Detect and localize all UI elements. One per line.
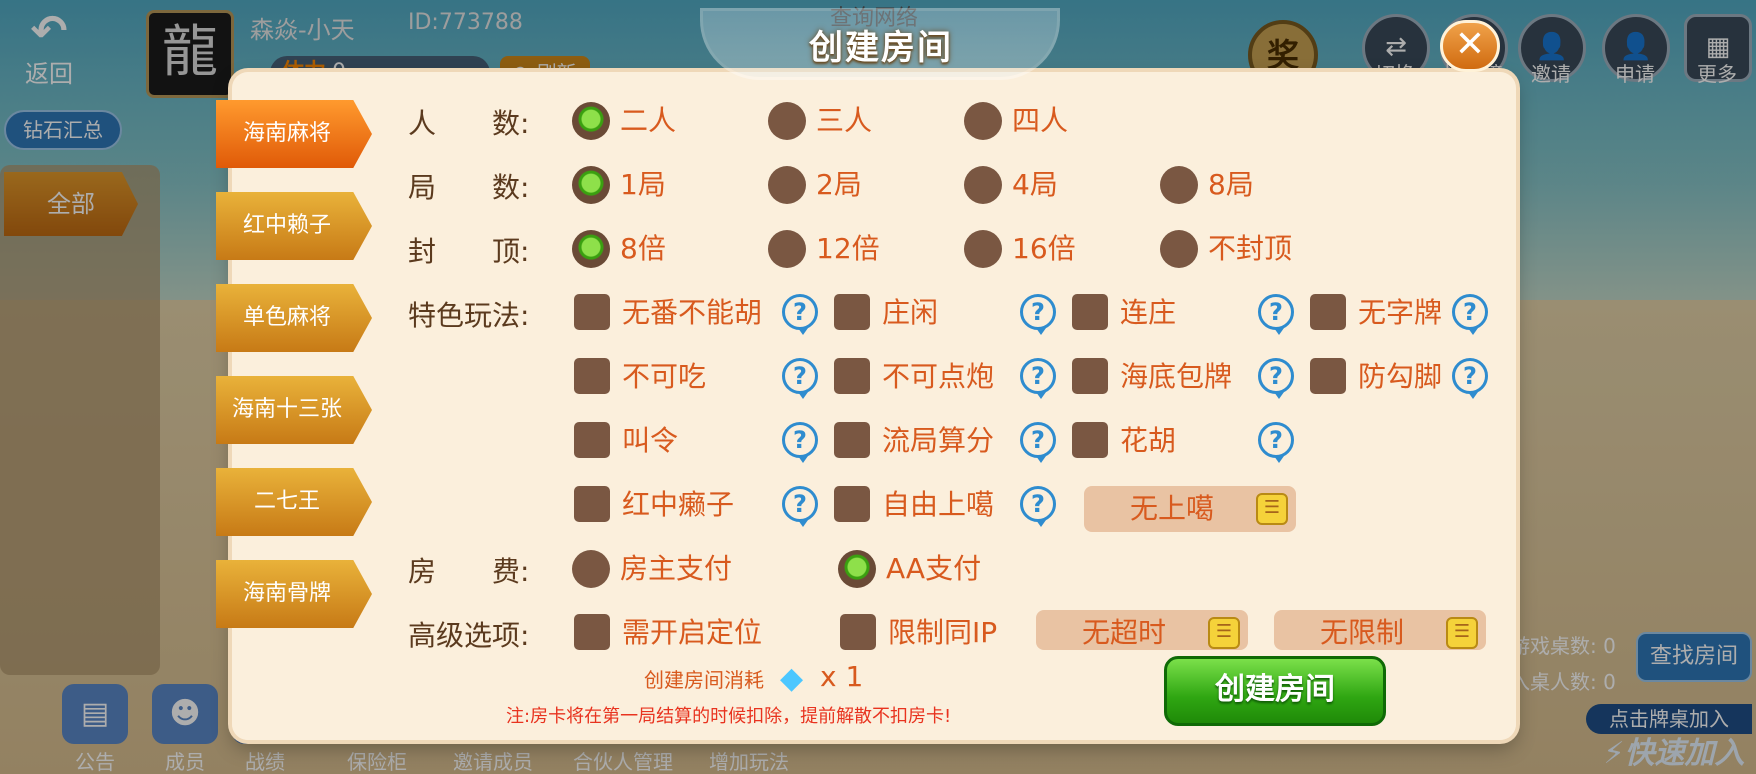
radio[interactable] bbox=[964, 166, 1002, 204]
help-icon[interactable]: ? bbox=[1020, 358, 1056, 399]
timeout-select[interactable]: 无超时 ☰ bbox=[1036, 610, 1248, 650]
room-options-form: 人 数: 二人 三人 四人 局 数: 1局 2局 4局 8局 封 顶: 8倍 1… bbox=[408, 96, 1508, 666]
dialog-title: 创建房间 bbox=[809, 28, 953, 68]
rounds-option-8[interactable]: 8局 bbox=[1160, 166, 1320, 206]
special-rule-checkbox[interactable]: 花胡 bbox=[1072, 422, 1272, 462]
tab-hongzhong[interactable]: 红中赖子 bbox=[216, 192, 372, 260]
room-card-note: 注:房卡将在第一局结算的时候扣除，提前解散不扣房卡! bbox=[506, 706, 952, 727]
help-icon[interactable]: ? bbox=[1258, 422, 1294, 463]
radio-selected[interactable] bbox=[572, 230, 610, 268]
special-rule-checkbox[interactable]: 无番不能胡 bbox=[574, 294, 794, 334]
help-icon[interactable]: ? bbox=[782, 294, 818, 335]
cost-label: 创建房间消耗 bbox=[644, 668, 764, 692]
special-rule-checkbox[interactable]: 防勾脚 bbox=[1310, 358, 1470, 398]
limit-select[interactable]: 无限制 ☰ bbox=[1274, 610, 1486, 650]
tab-hainan-mahjong[interactable]: 海南麻将 bbox=[216, 100, 372, 168]
help-icon[interactable]: ? bbox=[1452, 294, 1488, 335]
radio[interactable] bbox=[1160, 166, 1198, 204]
help-icon[interactable]: ? bbox=[782, 486, 818, 527]
require-location-checkbox[interactable]: 需开启定位 bbox=[574, 614, 794, 654]
special-rule-checkbox[interactable]: 红中癞子 bbox=[574, 486, 794, 526]
radio-selected[interactable] bbox=[572, 102, 610, 140]
rounds-label: 局 数: bbox=[408, 171, 530, 204]
special-rule-checkbox[interactable]: 无字牌 bbox=[1310, 294, 1470, 334]
cap-option-nocap[interactable]: 不封顶 bbox=[1160, 230, 1320, 270]
help-icon[interactable]: ? bbox=[782, 422, 818, 463]
special-rule-checkbox[interactable]: 不可吃 bbox=[574, 358, 794, 398]
help-icon[interactable]: ? bbox=[1452, 358, 1488, 399]
help-icon[interactable]: ? bbox=[782, 358, 818, 399]
tab-hainan-13[interactable]: 海南十三张 bbox=[216, 376, 372, 444]
radio[interactable] bbox=[768, 166, 806, 204]
fee-option-host[interactable]: 房主支付 bbox=[572, 550, 772, 590]
list-icon: ☰ bbox=[1256, 493, 1288, 525]
radio[interactable] bbox=[1160, 230, 1198, 268]
help-icon[interactable]: ? bbox=[1020, 422, 1056, 463]
special-rule-checkbox[interactable]: 连庄 bbox=[1072, 294, 1272, 334]
help-icon[interactable]: ? bbox=[1020, 294, 1056, 335]
help-icon[interactable]: ? bbox=[1020, 486, 1056, 527]
players-label: 人 数: bbox=[408, 107, 530, 140]
radio[interactable] bbox=[964, 102, 1002, 140]
diamond-icon: ◆ bbox=[780, 661, 804, 696]
radio[interactable] bbox=[768, 230, 806, 268]
rounds-option-1[interactable]: 1局 bbox=[572, 166, 732, 206]
special-rule-checkbox[interactable]: 流局算分 bbox=[834, 422, 1034, 462]
help-icon[interactable]: ? bbox=[1258, 294, 1294, 335]
radio[interactable] bbox=[768, 102, 806, 140]
create-room-button[interactable]: 创建房间 bbox=[1164, 656, 1386, 726]
players-option-4[interactable]: 四人 bbox=[964, 102, 1124, 142]
special-rule-checkbox[interactable]: 叫令 bbox=[574, 422, 794, 462]
special-rule-checkbox[interactable]: 不可点炮 bbox=[834, 358, 1034, 398]
close-button[interactable]: ✕ bbox=[1440, 20, 1500, 72]
cap-label: 封 顶: bbox=[408, 235, 530, 268]
players-option-2[interactable]: 二人 bbox=[572, 102, 732, 142]
radio-selected[interactable] bbox=[572, 166, 610, 204]
special-rules-label: 特色玩法: bbox=[408, 299, 530, 332]
radio[interactable] bbox=[572, 550, 610, 588]
players-option-3[interactable]: 三人 bbox=[768, 102, 928, 142]
restrict-ip-checkbox[interactable]: 限制同IP bbox=[840, 614, 1040, 654]
list-icon: ☰ bbox=[1446, 617, 1478, 649]
game-type-tabs: 海南麻将 红中赖子 单色麻将 海南十三张 二七王 海南骨牌 bbox=[216, 100, 376, 640]
cap-option-16x[interactable]: 16倍 bbox=[964, 230, 1124, 270]
tab-27-king[interactable]: 二七王 bbox=[216, 468, 372, 536]
tab-hainan-dominoes[interactable]: 海南骨牌 bbox=[216, 560, 372, 628]
special-rule-checkbox[interactable]: 庄闲 bbox=[834, 294, 1034, 334]
fee-label: 房 费: bbox=[408, 555, 530, 588]
advanced-label: 高级选项: bbox=[408, 619, 530, 652]
list-icon: ☰ bbox=[1208, 617, 1240, 649]
special-rule-checkbox[interactable]: 海底包牌 bbox=[1072, 358, 1272, 398]
radio[interactable] bbox=[964, 230, 1002, 268]
rounds-option-4[interactable]: 4局 bbox=[964, 166, 1124, 206]
close-icon: ✕ bbox=[1454, 24, 1486, 65]
tab-single-color[interactable]: 单色麻将 bbox=[216, 284, 372, 352]
radio-selected[interactable] bbox=[838, 550, 876, 588]
cap-option-8x[interactable]: 8倍 bbox=[572, 230, 732, 270]
gang-select[interactable]: 无上噶 ☰ bbox=[1084, 486, 1296, 532]
special-rule-checkbox[interactable]: 自由上噶 bbox=[834, 486, 1034, 526]
fee-option-aa[interactable]: AA支付 bbox=[838, 550, 1038, 590]
cap-option-12x[interactable]: 12倍 bbox=[768, 230, 928, 270]
cost-count: x 1 bbox=[820, 660, 864, 693]
help-icon[interactable]: ? bbox=[1258, 358, 1294, 399]
rounds-option-2[interactable]: 2局 bbox=[768, 166, 928, 206]
